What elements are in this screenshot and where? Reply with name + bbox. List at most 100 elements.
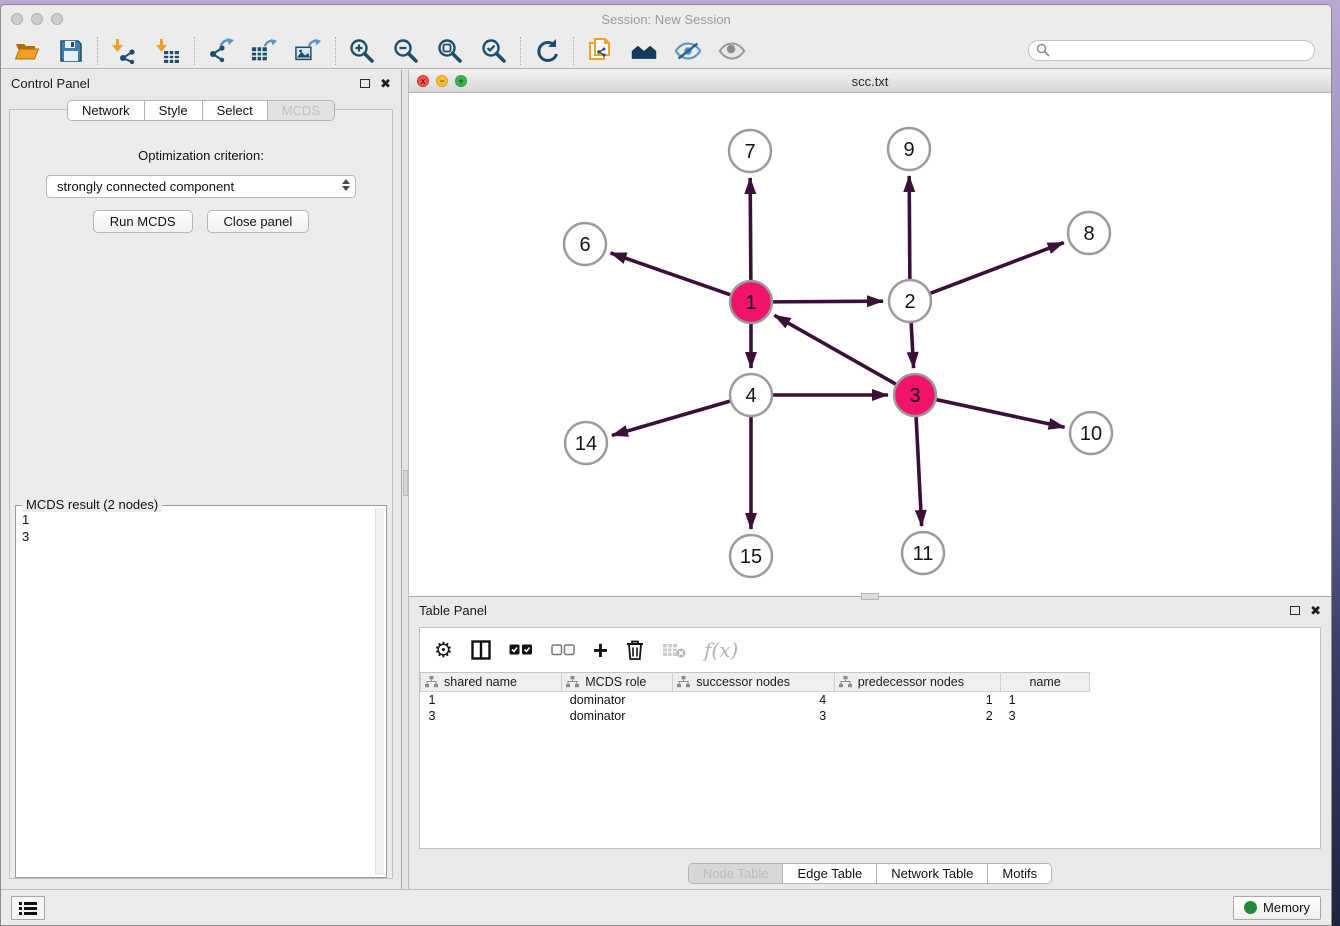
table-panel-header: Table Panel ✖ — [409, 597, 1331, 623]
export-table-icon[interactable] — [251, 38, 279, 64]
control-panel-tabs: NetworkStyleSelectMCDS — [1, 100, 401, 121]
tab-select[interactable]: Select — [203, 101, 268, 120]
column-header-name[interactable]: name — [1001, 673, 1090, 692]
function-builder-icon[interactable]: f(x) — [704, 638, 738, 662]
network-window-titlebar[interactable]: x − + scc.txt — [409, 70, 1331, 93]
import-network-icon[interactable] — [110, 38, 138, 64]
memory-status-icon — [1244, 901, 1257, 914]
run-mcds-button[interactable]: Run MCDS — [93, 210, 193, 233]
network-overview-icon[interactable] — [630, 38, 658, 64]
zoom-selected-icon[interactable] — [480, 38, 508, 64]
splitter-grip[interactable] — [403, 470, 408, 496]
edge-3-10[interactable] — [936, 399, 1065, 427]
column-header-shared-name[interactable]: shared name — [421, 673, 562, 692]
cell-predecessor-nodes[interactable]: 1 — [834, 692, 1000, 708]
tab-edge-table[interactable]: Edge Table — [783, 864, 877, 883]
export-network-icon[interactable] — [207, 38, 235, 64]
delete-column-icon[interactable] — [626, 640, 644, 660]
optimization-criterion-select[interactable]: strongly connected component — [46, 175, 356, 198]
column-selector-icon[interactable] — [471, 640, 491, 660]
select-all-rows-icon[interactable] — [509, 644, 533, 656]
node-label-3: 3 — [909, 385, 920, 407]
zoom-in-icon[interactable] — [348, 38, 376, 64]
zoom-out-icon[interactable] — [392, 38, 420, 64]
close-window-icon[interactable] — [11, 13, 23, 25]
search-input[interactable] — [1028, 40, 1315, 61]
tab-network-table[interactable]: Network Table — [877, 864, 988, 883]
cell-name[interactable]: 1 — [1001, 692, 1090, 708]
control-panel-header: Control Panel ✖ — [1, 70, 401, 96]
table-panel: Table Panel ✖ ⚙ — [409, 597, 1331, 889]
cell-successor-nodes[interactable]: 4 — [673, 692, 834, 708]
cell-MCDS-role[interactable]: dominator — [562, 692, 673, 708]
column-header-predecessor-nodes[interactable]: predecessor nodes — [834, 673, 1000, 692]
edge-1-2[interactable] — [772, 301, 883, 302]
node-label-9: 9 — [903, 139, 914, 161]
tab-network[interactable]: Network — [68, 101, 145, 120]
mcds-result-scrollbar[interactable] — [375, 508, 384, 875]
cell-MCDS-role[interactable]: dominator — [562, 708, 673, 724]
mcds-result-text[interactable]: 1 3 — [18, 508, 375, 875]
table-settings-icon[interactable]: ⚙ — [434, 638, 453, 662]
edge-4-14[interactable] — [612, 401, 731, 436]
table-toolbar: ⚙ + — [420, 628, 1320, 672]
save-session-icon[interactable] — [57, 38, 85, 64]
tab-style[interactable]: Style — [145, 101, 203, 120]
horizontal-splitter-grip[interactable] — [861, 593, 879, 600]
cell-predecessor-nodes[interactable]: 2 — [834, 708, 1000, 724]
network-minimize-icon[interactable]: − — [436, 75, 448, 87]
window-controls[interactable] — [11, 13, 63, 25]
close-panel-icon[interactable]: ✖ — [380, 77, 391, 90]
delete-table-icon[interactable] — [662, 642, 686, 658]
table-panel-title: Table Panel — [419, 603, 1290, 618]
tab-mcds[interactable]: MCDS — [268, 101, 334, 120]
status-bar: Memory — [1, 889, 1331, 925]
edge-3-1[interactable] — [774, 315, 896, 384]
minimize-window-icon[interactable] — [31, 13, 43, 25]
cell-shared-name[interactable]: 3 — [421, 708, 562, 724]
table-row[interactable]: 3dominator323 — [421, 708, 1090, 724]
edge-3-11[interactable] — [916, 416, 922, 526]
open-session-icon[interactable] — [13, 38, 41, 64]
zoom-fit-icon[interactable] — [436, 38, 464, 64]
select-stepper-icon — [342, 179, 350, 191]
network-graph[interactable]: 1234678910111415 — [409, 93, 1331, 596]
cell-shared-name[interactable]: 1 — [421, 692, 562, 708]
node-label-4: 4 — [745, 385, 756, 407]
close-table-panel-icon[interactable]: ✖ — [1310, 604, 1321, 617]
memory-button[interactable]: Memory — [1233, 896, 1321, 920]
cell-name[interactable]: 3 — [1001, 708, 1090, 724]
network-close-icon[interactable]: x — [417, 75, 429, 87]
tab-node-table[interactable]: Node Table — [689, 864, 784, 883]
add-column-icon[interactable]: + — [593, 640, 608, 660]
panel-splitter[interactable] — [401, 70, 409, 889]
cell-successor-nodes[interactable]: 3 — [673, 708, 834, 724]
table-row[interactable]: 1dominator411 — [421, 692, 1090, 708]
edge-2-9[interactable] — [909, 176, 910, 280]
show-graphics-details-icon[interactable] — [718, 38, 746, 64]
hide-graphics-details-icon[interactable] — [674, 38, 702, 64]
node-label-7: 7 — [744, 141, 755, 163]
close-panel-button[interactable]: Close panel — [207, 210, 310, 233]
maximize-window-icon[interactable] — [51, 13, 63, 25]
edge-1-7[interactable] — [750, 178, 751, 281]
float-table-panel-icon[interactable] — [1290, 606, 1300, 615]
window-title: Session: New Session — [1, 12, 1331, 27]
network-maximize-icon[interactable]: + — [455, 75, 467, 87]
deselect-all-rows-icon[interactable] — [551, 644, 575, 656]
network-canvas[interactable]: 1234678910111415 — [409, 93, 1331, 596]
main-toolbar — [1, 33, 1331, 69]
tab-motifs[interactable]: Motifs — [988, 864, 1051, 883]
duplicate-network-icon[interactable] — [586, 38, 614, 64]
edge-2-8[interactable] — [930, 243, 1064, 294]
task-history-button[interactable] — [11, 896, 45, 920]
import-table-icon[interactable] — [154, 38, 182, 64]
refresh-layout-icon[interactable] — [533, 38, 561, 64]
edge-2-3[interactable] — [911, 322, 913, 368]
float-panel-icon[interactable] — [360, 79, 370, 88]
edge-1-6[interactable] — [610, 253, 731, 295]
column-header-MCDS-role[interactable]: MCDS role — [562, 673, 673, 692]
export-image-icon[interactable] — [295, 38, 323, 64]
optimization-criterion-label: Optimization criterion: — [138, 148, 264, 163]
column-header-successor-nodes[interactable]: successor nodes — [673, 673, 834, 692]
